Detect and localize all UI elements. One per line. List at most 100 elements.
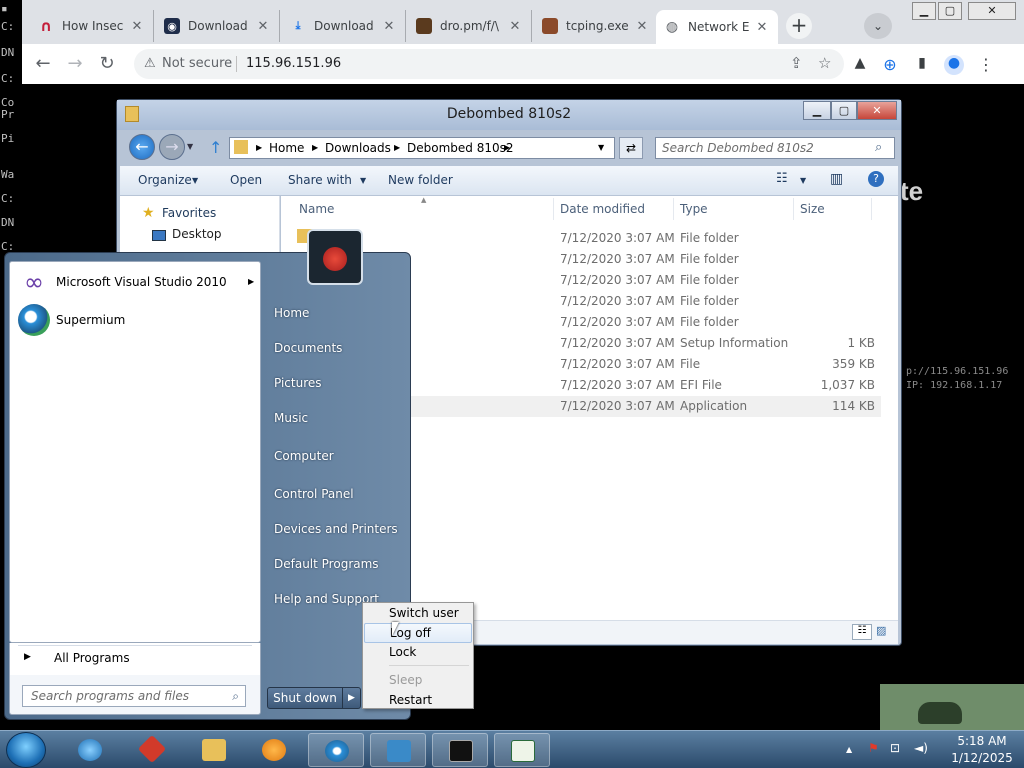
change-view-icon[interactable]: ☷ bbox=[776, 171, 788, 186]
organize-button[interactable]: Organize bbox=[138, 173, 192, 187]
menu-item-restart[interactable]: Restart bbox=[364, 691, 472, 711]
forward-button[interactable]: → bbox=[64, 53, 86, 75]
downloads-icon[interactable]: ⊕ bbox=[880, 55, 900, 75]
program-visual-studio[interactable]: ∞ Microsoft Visual Studio 2010 ▶ bbox=[16, 264, 256, 300]
tab-tcping[interactable]: tcping.exe ✕ bbox=[534, 10, 658, 42]
back-arrow-icon[interactable]: ← bbox=[129, 134, 155, 160]
details-view-icon[interactable]: ☷ bbox=[852, 624, 872, 640]
tab-how-insecure[interactable]: ∩ How Insec ✕ bbox=[30, 10, 154, 42]
program-supermium[interactable]: Supermium bbox=[16, 302, 256, 338]
close-icon[interactable]: ✕ bbox=[634, 19, 650, 34]
open-button[interactable]: Open bbox=[230, 173, 262, 187]
thumbnails-view-icon[interactable]: ▨ bbox=[876, 624, 894, 640]
help-icon[interactable]: ? bbox=[868, 171, 884, 187]
column-size[interactable]: Size bbox=[800, 202, 825, 216]
person-favicon bbox=[542, 18, 558, 34]
close-icon[interactable]: ✕ bbox=[381, 19, 397, 34]
refresh-button[interactable]: ⇄ bbox=[619, 137, 643, 159]
network-icon[interactable]: ⊡ bbox=[890, 741, 900, 755]
explorer-search-box[interactable]: Search Debombed 810s2 bbox=[655, 137, 895, 159]
action-center-icon[interactable]: ⚑ bbox=[868, 741, 879, 755]
recent-pages-icon[interactable]: ▼ bbox=[187, 142, 193, 151]
taskbar-internet-explorer[interactable] bbox=[62, 733, 118, 767]
clock-time[interactable]: 5:18 AM bbox=[950, 734, 1014, 748]
menu-item-lock[interactable]: Lock bbox=[364, 643, 472, 663]
globe-icon: ◍ bbox=[665, 19, 679, 35]
close-icon[interactable]: ✕ bbox=[129, 19, 145, 34]
start-devices-and-printers[interactable]: Devices and Printers bbox=[274, 522, 398, 536]
close-icon[interactable]: ✕ bbox=[754, 20, 770, 35]
explorer-minimize-button[interactable]: ▁ bbox=[803, 101, 831, 120]
tab-download-1[interactable]: ◉ Download ✕ bbox=[156, 10, 280, 42]
share-icon[interactable]: ⇪ bbox=[790, 54, 803, 72]
table-row[interactable]: 7/12/2020 3:07 AM File folder bbox=[287, 228, 881, 249]
taskbar-notepad[interactable] bbox=[494, 733, 550, 767]
forward-arrow-icon[interactable]: → bbox=[159, 134, 185, 160]
nav-desktop[interactable]: Desktop bbox=[172, 227, 222, 241]
menu-item-log-off[interactable]: Log off bbox=[364, 623, 472, 643]
nav-favorites[interactable]: Favorites bbox=[162, 206, 216, 220]
clock-date[interactable]: 1/12/2025 bbox=[944, 751, 1020, 765]
start-search-input[interactable]: Search programs and files ⌕ bbox=[22, 685, 246, 707]
new-folder-button[interactable]: New folder bbox=[388, 173, 453, 187]
breadcrumb-home[interactable]: Home bbox=[269, 138, 304, 158]
address-history-icon[interactable]: ▼ bbox=[598, 138, 604, 158]
start-button[interactable] bbox=[6, 732, 46, 768]
taskbar-remote-desktop[interactable] bbox=[370, 733, 426, 767]
menu-item-switch-user[interactable]: Switch user bbox=[364, 604, 472, 624]
start-home[interactable]: Home bbox=[274, 306, 309, 320]
chevron-down-icon[interactable]: ▼ bbox=[800, 176, 806, 185]
preview-pane-icon[interactable]: ▥ bbox=[830, 171, 843, 187]
tab-download-2[interactable]: ⤓ Download ✕ bbox=[282, 10, 406, 42]
menu-icon[interactable]: ⋮ bbox=[976, 55, 996, 75]
explorer-address-bar[interactable]: ▶ Home ▶ Downloads ▶ Debombed 810s2 ▶ ▼ bbox=[229, 137, 615, 159]
row-date: 7/12/2020 3:07 AM bbox=[560, 294, 675, 308]
minimize-button[interactable]: ▁ bbox=[912, 2, 936, 20]
breadcrumb-downloads[interactable]: Downloads bbox=[325, 138, 391, 158]
start-default-programs[interactable]: Default Programs bbox=[274, 557, 379, 571]
close-icon[interactable]: ✕ bbox=[255, 19, 271, 34]
notepad-icon bbox=[511, 740, 535, 762]
show-hidden-icons[interactable]: ▲ bbox=[846, 745, 852, 754]
side-panel-icon[interactable]: ▮ bbox=[912, 55, 932, 75]
share-with-button[interactable]: Share with bbox=[288, 173, 352, 187]
back-button[interactable]: ← bbox=[32, 53, 54, 75]
tab-dro-pm[interactable]: dro.pm/f/\ ✕ bbox=[408, 10, 532, 42]
explorer-close-button[interactable]: ✕ bbox=[857, 101, 897, 120]
taskbar-command-prompt[interactable] bbox=[432, 733, 488, 767]
explorer-maximize-button[interactable]: ▢ bbox=[831, 101, 857, 120]
explorer-titlebar[interactable]: Debombed 810s2 ▁ ▢ ✕ bbox=[117, 100, 901, 130]
taskbar-app-red[interactable] bbox=[124, 733, 180, 767]
taskbar-explorer[interactable] bbox=[186, 733, 242, 767]
close-window-button[interactable]: ✕ bbox=[968, 2, 1016, 20]
start-music[interactable]: Music bbox=[274, 411, 308, 425]
taskbar-supermium[interactable] bbox=[308, 733, 364, 767]
volume-icon[interactable]: ◄) bbox=[914, 741, 928, 755]
url-text[interactable]: 115.96.151.96 bbox=[246, 56, 341, 71]
maximize-button[interactable]: ▢ bbox=[938, 2, 962, 20]
up-arrow-icon[interactable]: ↑ bbox=[209, 138, 222, 157]
start-pictures[interactable]: Pictures bbox=[274, 376, 322, 390]
security-label[interactable]: Not secure bbox=[162, 56, 232, 71]
new-tab-button[interactable]: + bbox=[786, 13, 812, 39]
breadcrumb-current-folder[interactable]: Debombed 810s2 bbox=[407, 138, 514, 158]
extension-icon[interactable]: ▲ bbox=[850, 55, 870, 75]
start-documents[interactable]: Documents bbox=[274, 341, 342, 355]
address-bar[interactable]: ⚠ Not secure 115.96.151.96 ⇪ ☆ bbox=[134, 49, 844, 79]
start-computer[interactable]: Computer bbox=[274, 449, 334, 463]
start-control-panel[interactable]: Control Panel bbox=[274, 487, 354, 501]
internet-explorer-icon bbox=[78, 739, 102, 761]
tab-search-button[interactable]: ⌄ bbox=[864, 13, 892, 39]
taskbar-media-player[interactable] bbox=[246, 733, 302, 767]
tab-network[interactable]: ◍ Network E ✕ bbox=[656, 10, 778, 44]
profile-icon[interactable]: ● bbox=[944, 55, 964, 75]
reload-button[interactable]: ↻ bbox=[96, 53, 118, 75]
shut-down-button[interactable]: Shut down bbox=[267, 687, 343, 709]
column-name[interactable]: Name bbox=[299, 202, 334, 216]
bookmark-star-icon[interactable]: ☆ bbox=[818, 54, 831, 72]
close-icon[interactable]: ✕ bbox=[507, 19, 523, 34]
folder-icon bbox=[202, 739, 226, 761]
column-date-modified[interactable]: Date modified bbox=[560, 202, 645, 216]
shutdown-options-button[interactable]: ▶ bbox=[343, 687, 361, 709]
column-type[interactable]: Type bbox=[680, 202, 708, 216]
